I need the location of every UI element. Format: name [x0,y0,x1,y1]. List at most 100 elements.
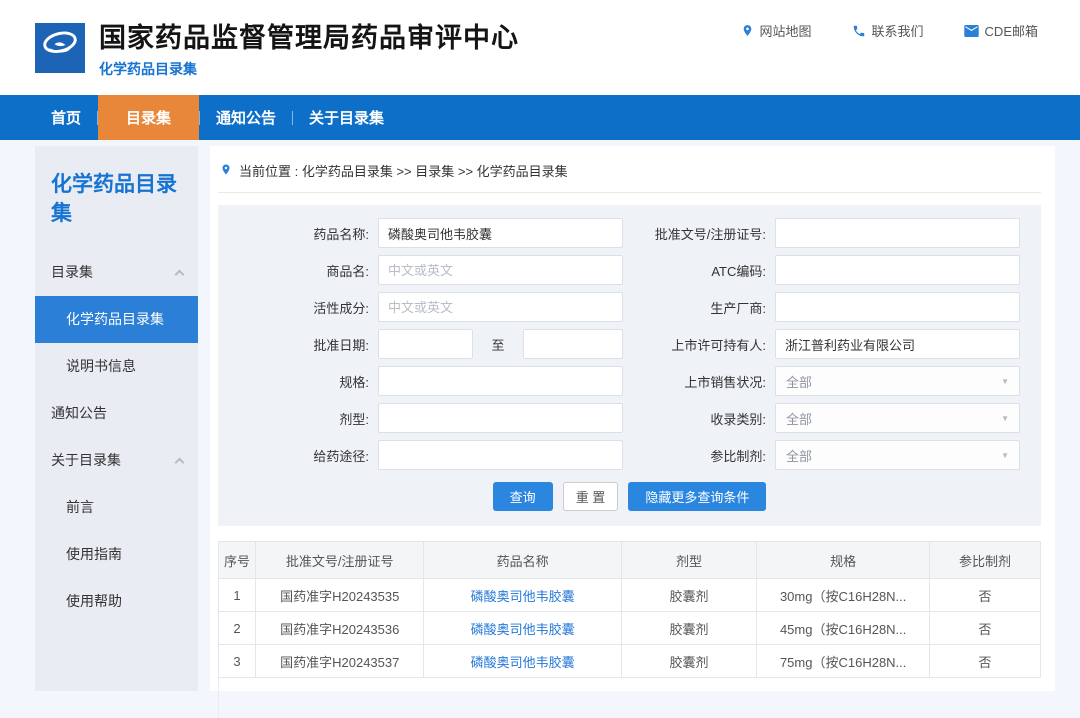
cell-approval: 国药准字H20243536 [255,612,424,645]
sidebar-item-catalog[interactable]: 目录集 [35,249,198,296]
cell-spec: 30mg（按C16H28N... [757,579,930,612]
atc-code-label: ATC编码: [623,261,775,280]
col-header-drug-name: 药品名称 [424,542,621,579]
mah-input[interactable] [775,329,1020,359]
site-title-block: 国家药品监督管理局药品审评中心 化学药品目录集 [99,16,519,79]
col-header-dosage-form: 剂型 [621,542,757,579]
header-links: 网站地图 联系我们 CDE邮箱 [741,0,1038,40]
drug-name-input[interactable] [378,218,623,248]
drug-name-link[interactable]: 磷酸奥司他韦胶囊 [471,589,575,604]
spec-input[interactable] [378,366,623,396]
trade-name-label: 商品名: [218,261,378,280]
cell-seq: 2 [219,612,256,645]
reset-button[interactable]: 重 置 [563,482,619,511]
nav-item-about-catalog[interactable]: 关于目录集 [293,95,400,140]
cell-drug-name: 磷酸奥司他韦胶囊 [424,645,621,678]
sidebar-item-label: 前言 [66,497,94,517]
cell-approval: 国药准字H20243535 [255,579,424,612]
col-header-reference: 参比制剂 [929,542,1040,579]
approval-date-end-input[interactable] [523,329,623,359]
sidebar-item-label: 使用指南 [66,544,122,564]
category-select[interactable]: 全部 ▼ [775,403,1020,433]
selected-value: 全部 [786,409,812,428]
drug-name-link[interactable]: 磷酸奥司他韦胶囊 [471,655,575,670]
breadcrumb-text: 当前位置 : 化学药品目录集 >> 目录集 >> 化学药品目录集 [239,161,568,180]
sidebar-item-foreword[interactable]: 前言 [35,484,198,531]
search-button[interactable]: 查询 [493,482,553,511]
manufacturer-label: 生产厂商: [623,298,775,317]
sidebar-item-notices[interactable]: 通知公告 [35,390,198,437]
site-header: 国家药品监督管理局药品审评中心 化学药品目录集 网站地图 联系我们 CDE邮箱 [0,0,1080,95]
sidebar-item-user-guide[interactable]: 使用指南 [35,531,198,578]
active-ingredient-label: 活性成分: [218,298,378,317]
chevron-down-icon: ▼ [1001,414,1009,423]
approval-date-range: 至 [378,329,623,359]
drug-name-link[interactable]: 磷酸奥司他韦胶囊 [471,622,575,637]
cell-reference: 否 [929,612,1040,645]
reference-label: 参比制剂: [623,446,775,465]
cell-dosage-form: 胶囊剂 [621,579,757,612]
approval-date-label: 批准日期: [218,335,378,354]
nav-item-catalog[interactable]: 目录集 [98,95,199,140]
sidebar-item-label-info[interactable]: 说明书信息 [35,343,198,390]
nav-item-notices[interactable]: 通知公告 [200,95,292,140]
hide-more-conditions-button[interactable]: 隐藏更多查询条件 [628,482,766,511]
manufacturer-input[interactable] [775,292,1020,322]
col-header-spec: 规格 [757,542,930,579]
breadcrumb: 当前位置 : 化学药品目录集 >> 目录集 >> 化学药品目录集 [218,152,1041,193]
nav-item-home[interactable]: 首页 [35,95,97,140]
drug-name-label: 药品名称: [218,224,378,243]
sidebar-item-help[interactable]: 使用帮助 [35,578,198,625]
spec-label: 规格: [218,372,378,391]
chevron-down-icon: ▼ [1001,451,1009,460]
table-header-row: 序号 批准文号/注册证号 药品名称 剂型 规格 参比制剂 [219,542,1041,579]
market-status-select[interactable]: 全部 ▼ [775,366,1020,396]
cell-dosage-form: 胶囊剂 [621,645,757,678]
trade-name-input[interactable] [378,255,623,285]
cell-spec: 75mg（按C16H28N... [757,645,930,678]
cell-drug-name: 磷酸奥司他韦胶囊 [424,612,621,645]
sidebar-item-label: 目录集 [51,262,93,282]
dosage-form-input[interactable] [378,403,623,433]
sidebar-item-chemical-catalog[interactable]: 化学药品目录集 [35,296,198,343]
sitemap-link[interactable]: 网站地图 [741,21,812,40]
route-label: 给药途径: [218,446,378,465]
sidebar: 化学药品目录集 目录集 化学药品目录集 说明书信息 通知公告 关于目录集 前言 [35,146,198,691]
envelope-icon [964,25,979,37]
site-subtitle: 化学药品目录集 [99,59,519,79]
table-row: 2 国药准字H20243536 磷酸奥司他韦胶囊 胶囊剂 45mg（按C16H2… [219,612,1041,645]
cell-drug-name: 磷酸奥司他韦胶囊 [424,579,621,612]
sidebar-item-about[interactable]: 关于目录集 [35,437,198,484]
contact-us-label: 联系我们 [872,21,924,40]
cde-logo[interactable] [35,23,85,73]
route-input[interactable] [378,440,623,470]
reference-select[interactable]: 全部 ▼ [775,440,1020,470]
sidebar-item-label: 化学药品目录集 [66,309,164,329]
search-form: 药品名称: 批准文号/注册证号: 商品名: ATC编码: [218,205,1041,526]
cde-mail-link[interactable]: CDE邮箱 [964,21,1038,40]
location-pin-icon [741,23,754,38]
atc-code-input[interactable] [775,255,1020,285]
category-label: 收录类别: [623,409,775,428]
main-nav: 首页 目录集 通知公告 关于目录集 [0,95,1080,140]
sidebar-menu: 目录集 化学药品目录集 说明书信息 通知公告 关于目录集 前言 使用指南 [35,249,198,625]
selected-value: 全部 [786,446,812,465]
location-pin-icon [220,162,232,180]
table-empty-area [218,678,1041,718]
active-ingredient-input[interactable] [378,292,623,322]
approval-number-label: 批准文号/注册证号: [623,224,775,243]
approval-date-start-input[interactable] [378,329,473,359]
sidebar-item-label: 关于目录集 [51,450,121,470]
site-title: 国家药品监督管理局药品审评中心 [99,16,519,55]
cell-approval: 国药准字H20243537 [255,645,424,678]
date-range-separator: 至 [491,335,504,354]
cell-dosage-form: 胶囊剂 [621,612,757,645]
contact-us-link[interactable]: 联系我们 [852,21,924,40]
sitemap-label: 网站地图 [760,21,812,40]
sidebar-item-label: 说明书信息 [66,356,136,376]
form-buttons: 查询 重 置 隐藏更多查询条件 [218,482,1041,511]
approval-number-input[interactable] [775,218,1020,248]
cell-seq: 1 [219,579,256,612]
cell-seq: 3 [219,645,256,678]
market-status-label: 上市销售状况: [623,372,775,391]
